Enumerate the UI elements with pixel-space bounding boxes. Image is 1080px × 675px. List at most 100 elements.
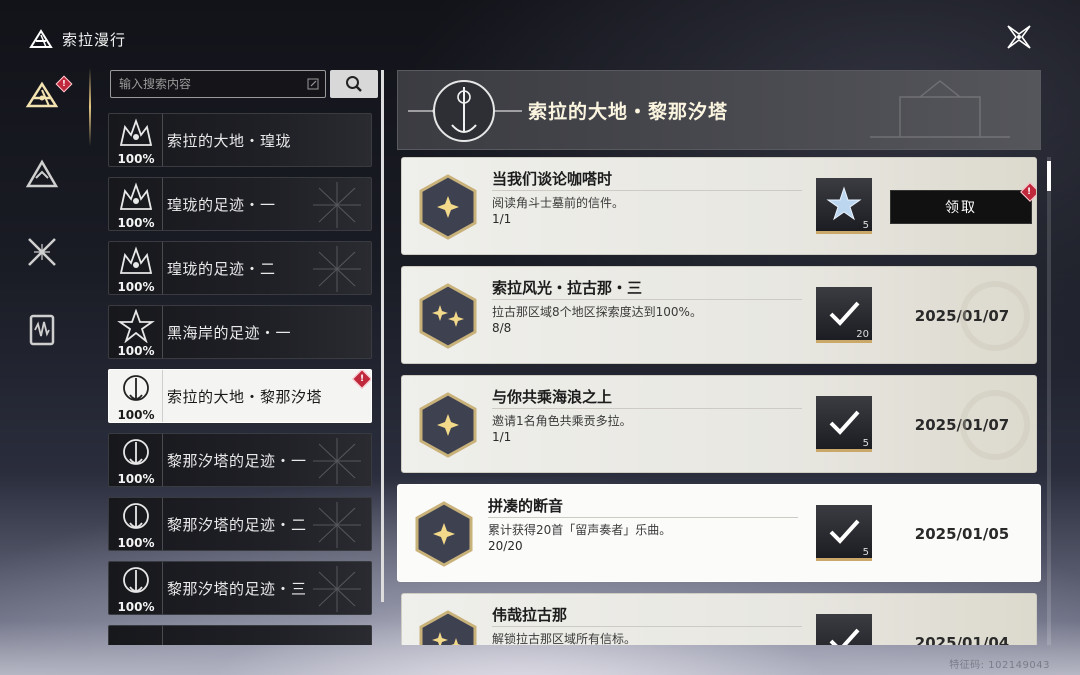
completion-date: 2025/01/04 xyxy=(914,634,1010,645)
compass-deco-icon xyxy=(313,438,361,484)
category-emblem: 100% xyxy=(109,498,163,550)
edit-icon xyxy=(307,78,319,90)
achievement-scrollbar[interactable] xyxy=(1047,157,1051,645)
crown-emblem-icon xyxy=(119,246,153,274)
reward-quantity: 5 xyxy=(862,547,869,558)
achievement-desc: 解锁拉古那区域所有信标。 xyxy=(492,632,637,645)
category-emblem: 100% xyxy=(109,114,163,166)
statue-emblem-icon xyxy=(408,80,522,142)
checkmark-icon xyxy=(829,410,860,435)
ring-deco xyxy=(960,281,1030,351)
landmark-deco-icon xyxy=(870,80,1010,138)
checkmark-icon xyxy=(829,519,860,544)
compass-deco-icon xyxy=(313,566,361,612)
nav-item-achievements[interactable]: ! xyxy=(18,72,73,120)
category-item[interactable]: 100% 黎那汐塔的足迹・二 xyxy=(108,497,372,551)
divider xyxy=(492,299,802,300)
achievement-title: 伟哉拉古那 xyxy=(492,606,568,624)
category-item[interactable]: 100% 黎那汐塔的足迹・一 xyxy=(108,433,372,487)
compass-deco-icon xyxy=(313,182,361,228)
category-emblem: 100% xyxy=(109,306,163,358)
achievement-star-icon xyxy=(419,174,477,240)
achievement-card: 与你共乘海浪之上 邀请1名角色共乘贡多拉。 1/1 5 2025/01/07 xyxy=(401,375,1037,473)
reward-quantity: 5 xyxy=(862,438,869,449)
nav-item-exploration[interactable] xyxy=(18,150,66,198)
search-field[interactable] xyxy=(110,70,326,98)
category-item[interactable]: 100% 瑝珑的足迹・二 xyxy=(108,241,372,295)
achievement-desc: 拉古那区域8个地区探索度达到100%。 xyxy=(492,305,702,319)
achievement-progress: 1/1 xyxy=(492,212,512,226)
reward-claimed xyxy=(816,614,872,645)
notification-badge: ! xyxy=(352,370,371,389)
notification-badge: ! xyxy=(1020,182,1036,202)
achievement-star-icon xyxy=(419,392,477,458)
compass-deco-icon xyxy=(313,502,361,548)
close-icon[interactable] xyxy=(1004,22,1034,52)
reward-item[interactable]: 5 xyxy=(816,178,872,234)
statue-emblem-icon xyxy=(123,567,149,593)
category-label: 瑝珑的足迹・二 xyxy=(167,259,276,278)
checkmark-icon xyxy=(829,301,860,326)
checkmark-icon xyxy=(829,628,860,645)
reward-claimed: 5 xyxy=(816,505,872,561)
achievement-card: 索拉风光・拉古那・三 拉古那区域8个地区探索度达到100%。 8/8 20 20… xyxy=(401,266,1037,364)
category-item-selected[interactable]: 100% 索拉的大地・黎那汐塔 ! xyxy=(108,369,372,423)
category-item[interactable]: 100% 索拉的大地・瑝珑 xyxy=(108,113,372,167)
category-label: 索拉的大地・黎那汐塔 xyxy=(167,387,323,406)
category-label: 索拉的大地・瑝珑 xyxy=(167,131,292,150)
claim-label: 领取 xyxy=(945,200,977,216)
category-percent: 100% xyxy=(117,152,155,166)
nav-item-records[interactable] xyxy=(18,306,66,354)
achievement-progress: 8/8 xyxy=(492,321,512,335)
achievement-card: 伟哉拉古那 解锁拉古那区域所有信标。 2025/01/04 xyxy=(401,593,1037,645)
category-label: 黎那汐塔的足迹・一 xyxy=(167,451,307,470)
nav-item-combat[interactable] xyxy=(18,228,66,276)
reward-claimed: 5 xyxy=(816,396,872,452)
player-id: 特征码: 102149043 xyxy=(949,660,1050,671)
sola-logo-icon xyxy=(29,29,53,48)
category-percent: 100% xyxy=(117,600,155,614)
category-emblem: 100% xyxy=(109,242,163,294)
search-button[interactable] xyxy=(330,70,378,98)
category-percent: 100% xyxy=(117,216,155,230)
achievement-twin-star-icon xyxy=(419,283,477,349)
category-item[interactable]: 100% 黎那汐塔的足迹・三 xyxy=(108,561,372,615)
category-scrollbar[interactable] xyxy=(381,70,384,602)
divider xyxy=(488,517,798,518)
category-percent: 100% xyxy=(117,472,155,486)
reward-quantity: 20 xyxy=(856,329,869,340)
search-icon xyxy=(346,76,362,92)
star-emblem-icon xyxy=(117,309,155,343)
category-item[interactable]: 100% 瑝珑的足迹・一 xyxy=(108,177,372,231)
claim-button[interactable]: 领取 ! xyxy=(890,182,1036,224)
achievement-title: 索拉风光・拉古那・三 xyxy=(492,279,643,297)
category-emblem xyxy=(109,626,163,645)
statue-emblem-icon xyxy=(123,375,149,401)
achievement-desc: 邀请1名角色共乘贡多拉。 xyxy=(492,414,632,428)
search-input[interactable] xyxy=(111,71,325,97)
scrollbar-thumb[interactable] xyxy=(1047,161,1051,191)
category-item[interactable]: 100% 黑海岸的足迹・一 xyxy=(108,305,372,359)
achievement-title: 拼凑的断音 xyxy=(488,497,564,515)
achievement-progress: 1/1 xyxy=(492,430,512,444)
detail-header: 索拉的大地・黎那汐塔 xyxy=(397,70,1041,150)
category-label: 黎那汐塔的足迹・二 xyxy=(167,515,307,534)
achievement-card: 当我们谈论咖嗒时 阅读角斗士墓前的信件。 1/1 5 领取 ! xyxy=(401,157,1037,255)
crown-emblem-icon xyxy=(119,182,153,210)
category-label: 黑海岸的足迹・一 xyxy=(167,323,292,342)
crossed-swords-icon xyxy=(28,238,56,266)
divider xyxy=(492,190,802,191)
app-header: 索拉漫行 xyxy=(28,24,126,54)
category-emblem: 100% xyxy=(109,370,163,422)
detail-title: 索拉的大地・黎那汐塔 xyxy=(528,101,729,123)
category-emblem: 100% xyxy=(109,562,163,614)
statue-emblem-icon xyxy=(123,439,149,465)
category-item-partial[interactable] xyxy=(108,625,372,645)
category-emblem: 100% xyxy=(109,434,163,486)
achievement-desc: 累计获得20首「留声奏者」乐曲。 xyxy=(488,523,672,537)
category-percent: 100% xyxy=(117,536,155,550)
achievement-title: 与你共乘海浪之上 xyxy=(492,388,613,406)
category-percent: 100% xyxy=(117,408,155,422)
completion-date: 2025/01/05 xyxy=(914,525,1010,543)
statue-emblem-icon xyxy=(123,503,149,529)
